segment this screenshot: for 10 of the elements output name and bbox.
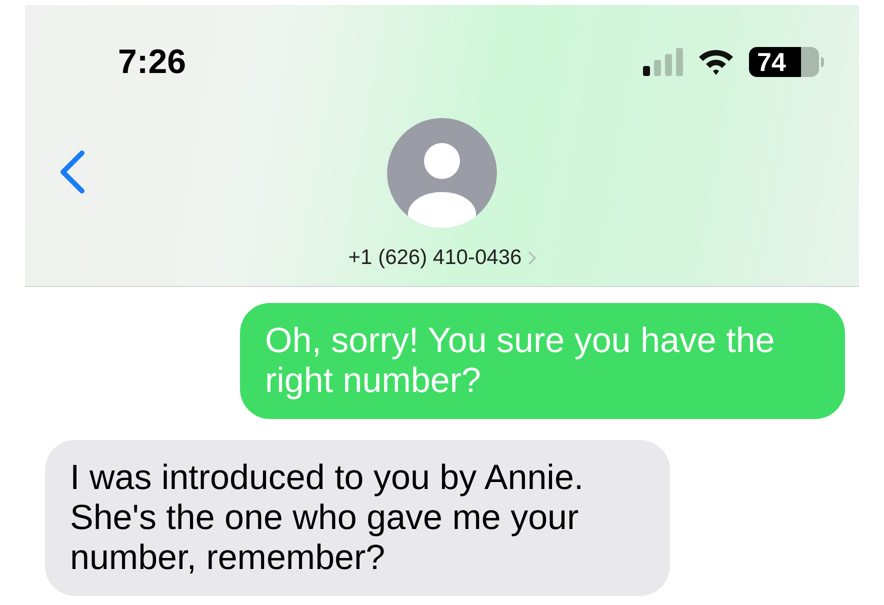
chevron-right-icon — [528, 250, 536, 265]
back-chevron-icon[interactable] — [58, 150, 86, 194]
contact-avatar-icon[interactable] — [387, 118, 497, 228]
received-message-bubble: I was introduced to you by Annie. She's the one who gave me your number, remember? — [45, 440, 670, 596]
contact-number[interactable]: +1 (626) 410-0436 — [348, 242, 522, 274]
battery-percent: 74 — [757, 49, 786, 75]
wifi-icon — [697, 48, 735, 76]
sent-message-bubble: Oh, sorry! You sure you have the right number? — [240, 303, 845, 419]
status-time: 7:26 — [118, 42, 186, 82]
signal-icon — [643, 48, 683, 76]
